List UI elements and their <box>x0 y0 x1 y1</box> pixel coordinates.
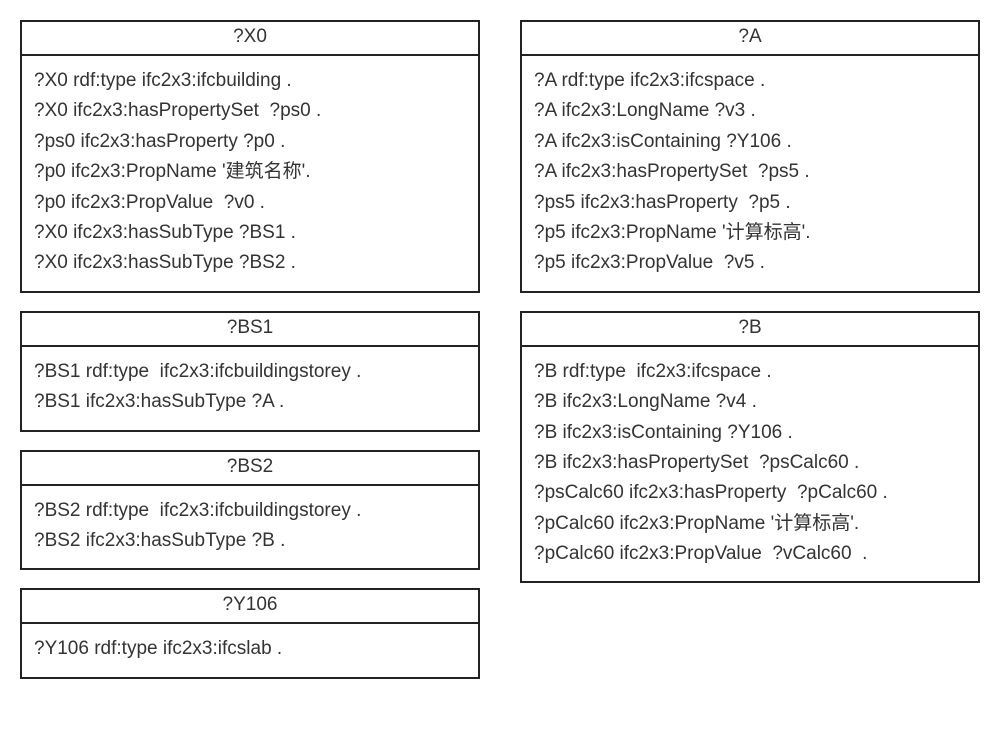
code-line: ?B rdf:type ifc2x3:ifcspace . <box>534 357 966 387</box>
box-x0-title: ?X0 <box>22 22 478 56</box>
code-line: ?X0 ifc2x3:hasPropertySet ?ps0 . <box>34 96 466 126</box>
code-line: ?X0 ifc2x3:hasSubType ?BS2 . <box>34 248 466 278</box>
box-a: ?A ?A rdf:type ifc2x3:ifcspace . ?A ifc2… <box>520 20 980 293</box>
code-line: ?B ifc2x3:isContaining ?Y106 . <box>534 418 966 448</box>
box-b-body: ?B rdf:type ifc2x3:ifcspace . ?B ifc2x3:… <box>522 347 978 582</box>
code-line: ?B ifc2x3:hasPropertySet ?psCalc60 . <box>534 448 966 478</box>
code-line: ?BS2 ifc2x3:hasSubType ?B . <box>34 526 466 556</box>
box-a-title: ?A <box>522 22 978 56</box>
code-line: ?Y106 rdf:type ifc2x3:ifcslab . <box>34 634 466 664</box>
code-line: ?p0 ifc2x3:PropName '建筑名称'. <box>34 157 466 187</box>
code-line: ?pCalc60 ifc2x3:PropName '计算标高'. <box>534 509 966 539</box>
code-line: ?B ifc2x3:LongName ?v4 . <box>534 387 966 417</box>
box-bs1-title: ?BS1 <box>22 313 478 347</box>
code-line: ?A ifc2x3:hasPropertySet ?ps5 . <box>534 157 966 187</box>
code-line: ?BS1 ifc2x3:hasSubType ?A . <box>34 387 466 417</box>
box-x0: ?X0 ?X0 rdf:type ifc2x3:ifcbuilding . ?X… <box>20 20 480 293</box>
code-line: ?BS1 rdf:type ifc2x3:ifcbuildingstorey . <box>34 357 466 387</box>
left-column: ?X0 ?X0 rdf:type ifc2x3:ifcbuilding . ?X… <box>20 20 480 679</box>
code-line: ?psCalc60 ifc2x3:hasProperty ?pCalc60 . <box>534 478 966 508</box>
box-bs2-body: ?BS2 rdf:type ifc2x3:ifcbuildingstorey .… <box>22 486 478 569</box>
code-line: ?p5 ifc2x3:PropName '计算标高'. <box>534 218 966 248</box>
code-line: ?ps0 ifc2x3:hasProperty ?p0 . <box>34 127 466 157</box>
diagram-root: ?X0 ?X0 rdf:type ifc2x3:ifcbuilding . ?X… <box>20 20 980 679</box>
box-y106: ?Y106 ?Y106 rdf:type ifc2x3:ifcslab . <box>20 588 480 678</box>
right-column: ?A ?A rdf:type ifc2x3:ifcspace . ?A ifc2… <box>520 20 980 583</box>
code-line: ?BS2 rdf:type ifc2x3:ifcbuildingstorey . <box>34 496 466 526</box>
code-line: ?ps5 ifc2x3:hasProperty ?p5 . <box>534 188 966 218</box>
box-x0-body: ?X0 rdf:type ifc2x3:ifcbuilding . ?X0 if… <box>22 56 478 291</box>
box-y106-body: ?Y106 rdf:type ifc2x3:ifcslab . <box>22 624 478 676</box>
box-y106-title: ?Y106 <box>22 590 478 624</box>
box-bs2: ?BS2 ?BS2 rdf:type ifc2x3:ifcbuildingsto… <box>20 450 480 571</box>
code-line: ?pCalc60 ifc2x3:PropValue ?vCalc60 . <box>534 539 966 569</box>
box-bs1-body: ?BS1 rdf:type ifc2x3:ifcbuildingstorey .… <box>22 347 478 430</box>
code-line: ?X0 rdf:type ifc2x3:ifcbuilding . <box>34 66 466 96</box>
box-bs1: ?BS1 ?BS1 rdf:type ifc2x3:ifcbuildingsto… <box>20 311 480 432</box>
box-b: ?B ?B rdf:type ifc2x3:ifcspace . ?B ifc2… <box>520 311 980 584</box>
box-bs2-title: ?BS2 <box>22 452 478 486</box>
code-line: ?A ifc2x3:isContaining ?Y106 . <box>534 127 966 157</box>
box-b-title: ?B <box>522 313 978 347</box>
code-line: ?A ifc2x3:LongName ?v3 . <box>534 96 966 126</box>
code-line: ?X0 ifc2x3:hasSubType ?BS1 . <box>34 218 466 248</box>
box-a-body: ?A rdf:type ifc2x3:ifcspace . ?A ifc2x3:… <box>522 56 978 291</box>
code-line: ?p5 ifc2x3:PropValue ?v5 . <box>534 248 966 278</box>
code-line: ?A rdf:type ifc2x3:ifcspace . <box>534 66 966 96</box>
code-line: ?p0 ifc2x3:PropValue ?v0 . <box>34 188 466 218</box>
